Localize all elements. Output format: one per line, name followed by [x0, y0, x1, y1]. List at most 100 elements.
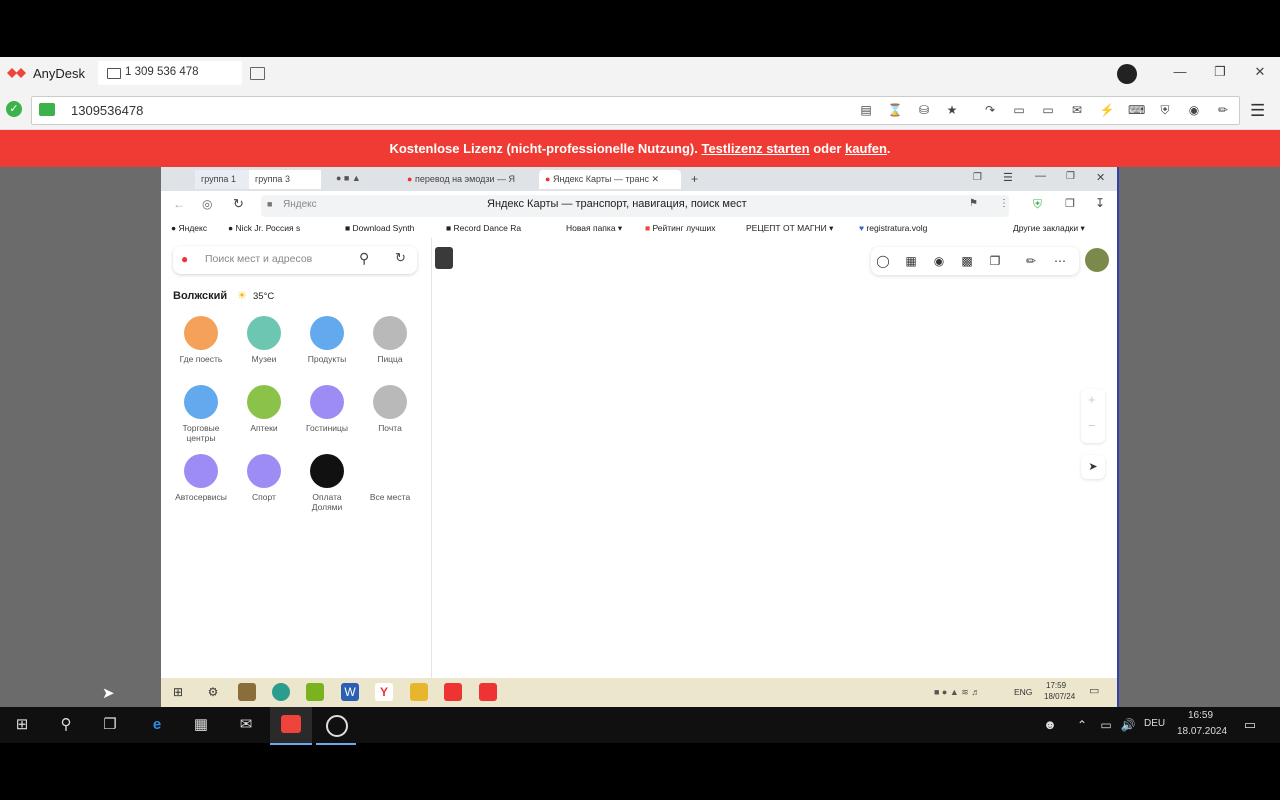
maps-search-input[interactable]: Поиск мест и адресов	[205, 253, 312, 265]
tab-yandex-maps[interactable]: ● Яндекс Карты — транс ✕	[539, 170, 681, 189]
privacy-icon[interactable]: ◉	[1186, 103, 1202, 117]
category-item[interactable]: Где поесть	[171, 316, 231, 364]
database-icon[interactable]: ⛁	[916, 103, 932, 117]
category-item[interactable]: Музеи	[234, 316, 294, 364]
traffic-icon[interactable]: ◯	[874, 252, 892, 270]
reload-icon[interactable]: ↻	[233, 196, 244, 212]
ruler-icon[interactable]: ✏	[1022, 252, 1040, 270]
category-item[interactable]: Продукты	[297, 316, 357, 364]
maps-search-box[interactable]: ● Поиск мест и адресов ⚲ ↻	[173, 246, 417, 274]
chat-icon[interactable]: ✉	[1069, 103, 1085, 117]
remote-notifications-icon[interactable]: ▭	[1089, 684, 1099, 697]
more-icon[interactable]: ⋮	[999, 198, 1009, 209]
remote-explorer-icon[interactable]	[410, 683, 428, 701]
maximize-icon[interactable]: ❐	[1210, 64, 1230, 80]
browser-minimize-icon[interactable]: —	[1035, 170, 1046, 182]
session-tab[interactable]: 1 309 536 478	[98, 61, 242, 85]
bookmark-icon[interactable]: ⚑	[969, 198, 978, 209]
whiteboard-pen-icon[interactable]: ✏	[1215, 103, 1231, 117]
browser-restore-icon[interactable]: ❐	[1066, 171, 1075, 182]
remote-anydesk-icon[interactable]	[479, 683, 497, 701]
bookmark-item[interactable]: ■ Record Dance Ra	[446, 223, 521, 233]
bookmark-item[interactable]: РЕЦЕПТ ОТ МАГНИ ▾	[746, 223, 833, 234]
remote-tray-icons[interactable]: ■ ● ▲ ≋ ♬	[934, 687, 980, 698]
remote-word-icon[interactable]: W	[341, 683, 359, 701]
zoom-in-icon[interactable]: +	[1088, 392, 1096, 407]
extensions-icon[interactable]: ❐	[1065, 197, 1075, 210]
my-location-icon[interactable]: ➤	[1081, 455, 1105, 479]
clock-date[interactable]: 18.07.2024	[1177, 726, 1227, 737]
category-item[interactable]: Почта	[360, 385, 420, 433]
remote-date[interactable]: 18/07/24	[1044, 692, 1075, 701]
back-icon[interactable]: ←	[173, 197, 185, 211]
remote-yandex-icon[interactable]: Y	[375, 683, 393, 701]
camera-icon[interactable]: ◉	[930, 252, 948, 270]
user-avatar[interactable]	[1085, 248, 1109, 272]
protect-icon[interactable]: ◎	[202, 197, 212, 211]
zoom-out-icon[interactable]: −	[1088, 418, 1096, 433]
category-item[interactable]: Оплата Долями	[297, 454, 357, 512]
category-item[interactable]: Аптеки	[234, 385, 294, 433]
app-taskbar-button[interactable]	[316, 707, 356, 745]
tray-chevron-icon[interactable]: ⌃	[1072, 716, 1092, 734]
adblock-shield-icon[interactable]: ⛨	[1033, 197, 1042, 212]
search-icon[interactable]: ⚲	[56, 716, 76, 734]
remote-edge-icon[interactable]	[272, 683, 290, 701]
category-item[interactable]: Все места	[360, 454, 420, 502]
category-item[interactable]: Торговые центры	[171, 385, 231, 443]
remote-time[interactable]: 17:59	[1046, 681, 1066, 690]
remote-lang[interactable]: ENG	[1014, 687, 1032, 697]
category-item[interactable]: Спорт	[234, 454, 294, 502]
display-mode-icon[interactable]: ▤	[858, 103, 874, 117]
remote-app-icon[interactable]	[306, 683, 324, 701]
browser-menu-icon[interactable]: ☰	[1003, 171, 1013, 184]
new-session-icon[interactable]	[250, 67, 265, 80]
buy-link[interactable]: kaufen	[845, 141, 887, 156]
remote-screen[interactable]: группа 1 группа 3 ● ■ ▲ ● перевод на эмо…	[161, 167, 1117, 707]
bookmark-item[interactable]: ♥ registratura.volg	[859, 223, 927, 233]
pinned-tabs-icon[interactable]: ● ■ ▲	[336, 173, 361, 183]
bookmark-item[interactable]: ■ Рейтинг лучших	[645, 223, 716, 233]
remote-anydesk-icon[interactable]	[444, 683, 462, 701]
favorite-star-icon[interactable]: ★	[944, 103, 960, 117]
route-icon[interactable]: ↻	[395, 250, 406, 266]
remote-settings-icon[interactable]: ⚙	[204, 683, 222, 701]
screen-icon[interactable]: ▭	[1040, 103, 1056, 117]
permissions-shield-icon[interactable]: ⛨	[1157, 103, 1173, 117]
city-name[interactable]: Волжский	[173, 290, 227, 302]
bookmark-item[interactable]: ■ Download Synth	[345, 223, 414, 233]
clock-time[interactable]: 16:59	[1188, 710, 1213, 721]
hourglass-icon[interactable]: ⌛	[887, 103, 903, 117]
layers-icon[interactable]	[435, 247, 453, 269]
more-dots-icon[interactable]: ⋯	[1051, 252, 1069, 270]
actions-lightning-icon[interactable]: ⚡	[1099, 103, 1115, 117]
tabs-overview-icon[interactable]: ❐	[973, 172, 982, 183]
category-item[interactable]: Пицца	[360, 316, 420, 364]
tab-group-3[interactable]: группа 3	[249, 170, 321, 189]
map-view-icon[interactable]: ▦	[902, 252, 920, 270]
panorama-icon[interactable]: ❐	[986, 252, 1004, 270]
action-center-icon[interactable]: ▭	[1240, 716, 1260, 734]
mail-icon[interactable]: ✉	[236, 716, 256, 734]
anydesk-taskbar-button[interactable]	[270, 707, 312, 745]
close-icon[interactable]: ✕	[1250, 64, 1270, 80]
transport-icon[interactable]: ▩	[958, 252, 976, 270]
tab-group-1[interactable]: группа 1	[195, 170, 251, 189]
tab-translate-emoji[interactable]: ● перевод на эмодзи — Я	[401, 170, 537, 189]
remote-start-icon[interactable]: ⊞	[169, 683, 187, 701]
search-icon[interactable]: ⚲	[359, 250, 369, 267]
download-icon[interactable]: ↧	[1095, 196, 1105, 210]
main-menu-icon[interactable]: ☰	[1250, 101, 1265, 121]
browser-url-field[interactable]: ■ Яндекс Яндекс Карты — транспорт, навиг…	[261, 195, 1009, 217]
account-icon[interactable]	[1117, 64, 1137, 84]
minimize-icon[interactable]: —	[1170, 64, 1190, 79]
windows-start-icon[interactable]: ⊞	[12, 716, 32, 734]
category-item[interactable]: Автосервисы	[171, 454, 231, 502]
task-view-icon[interactable]: ❐	[100, 716, 120, 734]
browser-close-icon[interactable]: ✕	[1096, 171, 1105, 184]
category-item[interactable]: Гостиницы	[297, 385, 357, 433]
other-bookmarks[interactable]: Другие закладки ▾	[1013, 223, 1085, 234]
bookmark-item[interactable]: ● Nick Jr. Россия s	[228, 223, 300, 233]
people-icon[interactable]: ☻	[1040, 716, 1060, 734]
file-transfer-icon[interactable]: ↷	[982, 103, 998, 117]
